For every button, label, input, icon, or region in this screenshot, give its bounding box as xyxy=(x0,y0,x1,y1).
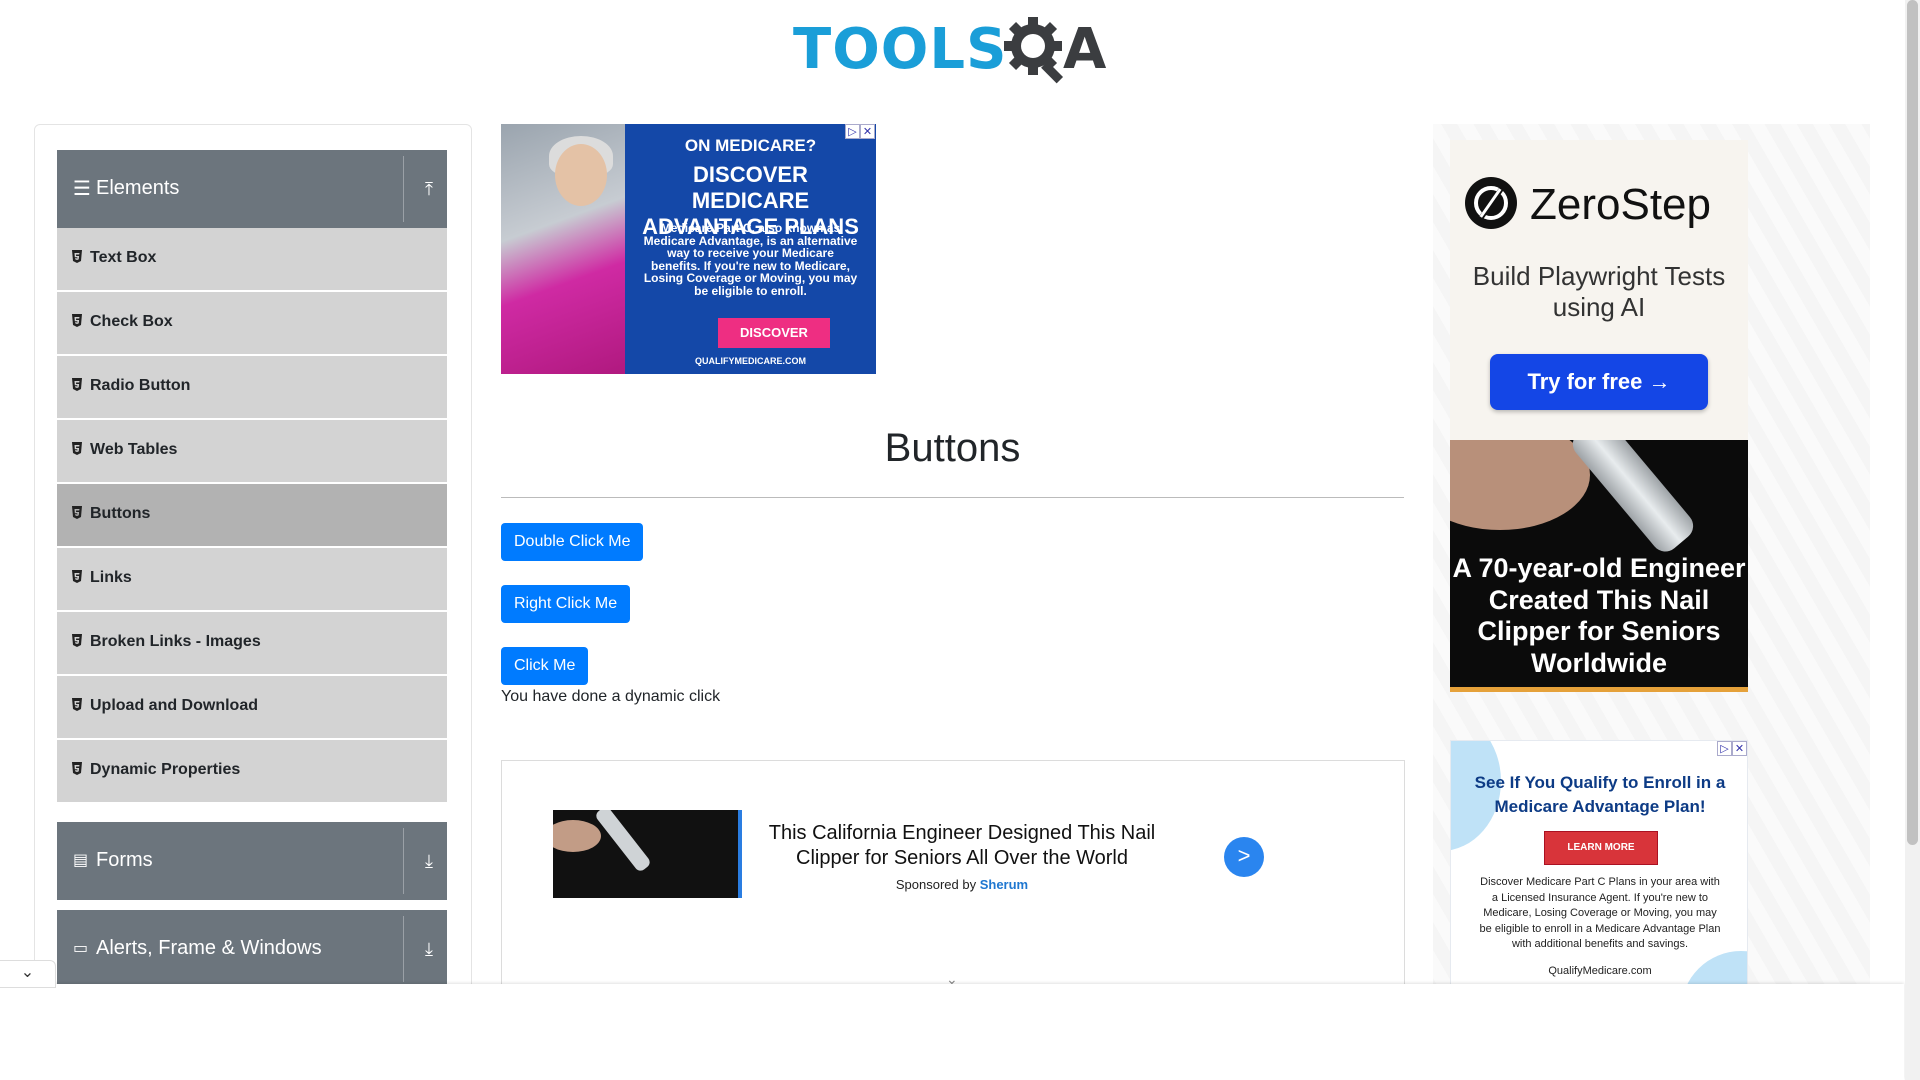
nail-ad-caption: A 70-year-old Engineer Created This Nail… xyxy=(1452,553,1746,678)
ad-site: QUALIFYMEDICARE.COM xyxy=(695,356,806,366)
group-label: Elements xyxy=(96,177,180,199)
left-sidebar: ☰ Elements ⤒ Text Box Check Box Radio Bu… xyxy=(34,124,472,1006)
sponsored-go-button[interactable]: > xyxy=(1224,837,1264,877)
close-icon[interactable]: ✕ xyxy=(1732,741,1747,756)
sponsor-name[interactable]: Sherum xyxy=(980,877,1028,892)
medicare-ad-site: QualifyMedicare.com xyxy=(1548,965,1652,977)
expand-down-icon[interactable]: ⤓ xyxy=(417,934,441,964)
sidebar-item-buttons[interactable]: Buttons xyxy=(57,484,447,548)
double-click-button[interactable]: Double Click Me xyxy=(501,523,644,561)
click-me-button[interactable]: Click Me xyxy=(501,647,589,685)
html5-icon xyxy=(72,634,82,647)
group-label: Alerts, Frame & Windows xyxy=(96,937,322,959)
sidebar-item-radio-button[interactable]: Radio Button xyxy=(57,356,447,420)
sidebar-item-check-box[interactable]: Check Box xyxy=(57,292,447,356)
window-icon: ▭ xyxy=(73,940,89,957)
logo-text-a: A xyxy=(1063,17,1107,82)
sidebar-item-label: Upload and Download xyxy=(90,697,258,714)
sidebar-item-label: Buttons xyxy=(90,505,151,522)
clipper-image xyxy=(1567,440,1699,558)
ad-heading: ON MEDICARE? xyxy=(684,136,817,155)
learn-more-button[interactable]: LEARN MORE xyxy=(1544,831,1658,865)
medicare-ad-headline: See If You Qualify to Enroll in a Medica… xyxy=(1474,773,1726,816)
sidebar-item-label: Dynamic Properties xyxy=(90,761,241,778)
sponsored-headline[interactable]: This California Engineer Designed This N… xyxy=(762,821,1162,871)
ad-photo xyxy=(501,124,625,374)
html5-icon xyxy=(72,698,82,711)
close-icon[interactable]: ✕ xyxy=(860,124,875,139)
sidebar-item-label: Web Tables xyxy=(90,441,178,458)
sidebar-item-links[interactable]: Links xyxy=(57,548,447,612)
adchoices-icon[interactable]: ▷ xyxy=(1717,741,1732,756)
sidebar-item-upload-download[interactable]: Upload and Download xyxy=(57,676,447,740)
zerostep-logo-icon xyxy=(1465,177,1517,229)
divider xyxy=(403,828,404,894)
logo-text-tools: TOOLS xyxy=(793,17,1008,82)
sidebar-item-label: Broken Links - Images xyxy=(90,633,261,650)
title-divider xyxy=(501,497,1404,498)
sidebar-item-broken-links[interactable]: Broken Links - Images xyxy=(57,612,447,676)
adchoices-icon[interactable]: ▷ xyxy=(845,124,860,139)
nail-clipper-ad[interactable]: A 70-year-old Engineer Created This Nail… xyxy=(1450,440,1748,692)
html5-icon xyxy=(72,378,82,391)
sidebar-item-label: Text Box xyxy=(90,249,157,266)
group-elements-header[interactable]: ☰ Elements ⤒ xyxy=(57,150,447,228)
sidebar-item-label: Check Box xyxy=(90,313,173,330)
html5-icon xyxy=(72,762,82,775)
expand-down-icon[interactable]: ⤓ xyxy=(417,846,441,876)
scrollbar-thumb[interactable] xyxy=(1907,0,1918,845)
right-click-button[interactable]: Right Click Me xyxy=(501,585,631,623)
sidebar-item-text-box[interactable]: Text Box xyxy=(57,228,447,292)
group-forms-header[interactable]: ▤ Forms ⤓ xyxy=(57,822,447,900)
sidebar-item-web-tables[interactable]: Web Tables xyxy=(57,420,447,484)
medicare-ad-right[interactable]: See If You Qualify to Enroll in a Medica… xyxy=(1450,740,1748,1000)
html5-icon xyxy=(72,250,82,263)
divider xyxy=(403,916,404,982)
dynamic-click-message: You have done a dynamic click xyxy=(501,688,721,705)
html5-icon xyxy=(72,506,82,519)
divider xyxy=(403,156,404,222)
ad-image xyxy=(1450,440,1590,530)
collapse-up-icon[interactable]: ⤒ xyxy=(417,174,441,204)
medicare-ad-top[interactable]: ON MEDICARE? DISCOVER MEDICARE ADVANTAGE… xyxy=(501,124,876,374)
bottom-ad-bar xyxy=(0,984,1904,1080)
html5-icon xyxy=(72,570,82,583)
toolsqa-logo[interactable]: TOOLS A xyxy=(793,14,1117,92)
page-title: Buttons xyxy=(884,426,1021,470)
hamburger-icon: ☰ xyxy=(73,178,91,200)
sidebar-item-dynamic-properties[interactable]: Dynamic Properties xyxy=(57,740,447,804)
page-scrollbar[interactable] xyxy=(1905,0,1920,1080)
zerostep-tagline: Build Playwright Tests using AI xyxy=(1472,261,1726,322)
try-for-free-button[interactable]: Try for free → xyxy=(1490,354,1708,410)
chevron-down-icon[interactable]: ⌄ xyxy=(0,960,56,988)
sponsored-by: Sponsored by Sherum xyxy=(762,877,1162,892)
zerostep-name: ZeroStep xyxy=(1530,180,1711,229)
html5-icon xyxy=(72,314,82,327)
group-alerts-header[interactable]: ▭ Alerts, Frame & Windows ⤓ xyxy=(57,910,447,988)
gear-magnifier-icon xyxy=(1004,17,1064,84)
sponsored-thumbnail[interactable] xyxy=(553,810,742,898)
document-icon: ▤ xyxy=(73,852,89,869)
sidebar-item-label: Radio Button xyxy=(90,377,191,394)
sponsored-by-label: Sponsored by xyxy=(895,877,977,892)
group-label: Forms xyxy=(96,849,153,871)
ad-discover-button[interactable]: DISCOVER xyxy=(718,318,830,348)
html5-icon xyxy=(72,442,82,455)
ad-body: Medicare Part C, also known as Medicare … xyxy=(643,221,858,298)
medicare-ad-body: Discover Medicare Part C Plans in your a… xyxy=(1479,876,1721,950)
zerostep-ad[interactable]: ZeroStep Build Playwright Tests using AI… xyxy=(1450,140,1748,440)
sidebar-item-label: Links xyxy=(90,569,132,586)
